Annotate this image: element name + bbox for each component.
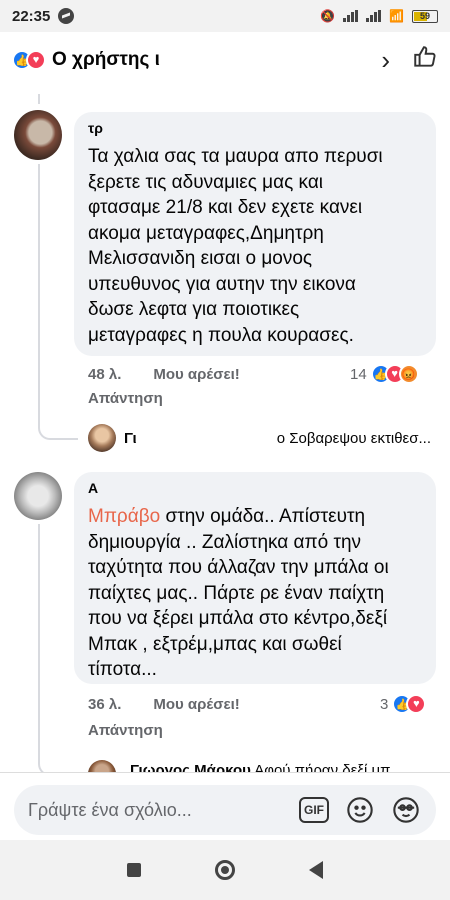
- comment-time: 36 λ.: [88, 696, 122, 713]
- sticker-button[interactable]: [390, 796, 422, 824]
- reaction-number: 3: [380, 695, 389, 713]
- love-reaction-icon: ♥: [26, 50, 46, 70]
- signal-icon: [343, 10, 359, 22]
- comment-placeholder[interactable]: Γράψτε ένα σχόλιο...: [28, 800, 284, 821]
- chevron-right-icon[interactable]: ›: [381, 45, 390, 76]
- header-reactions: 👍 ♥: [12, 50, 46, 70]
- thread-line: [38, 94, 40, 104]
- thread-hook: [38, 426, 78, 440]
- redacted-name: [159, 51, 310, 69]
- battery-icon: 59: [412, 9, 438, 23]
- angry-reaction-icon: 😡: [398, 364, 419, 384]
- comment-input[interactable]: Γράψτε ένα σχόλιο... GIF: [14, 785, 436, 835]
- gif-button[interactable]: GIF: [298, 796, 330, 824]
- reactions-header[interactable]: 👍 ♥ Ο χρήστης ι ›: [0, 32, 450, 88]
- emoji-button[interactable]: [344, 796, 376, 824]
- reply-button[interactable]: Απάντηση: [88, 722, 163, 739]
- gif-icon: GIF: [299, 797, 329, 823]
- sticker-icon: [393, 797, 419, 823]
- home-icon[interactable]: [215, 860, 235, 880]
- thread-line: [38, 524, 40, 762]
- reaction-number: 14: [350, 365, 367, 383]
- comment-text: Τα χαλια σας τα μαυρα απο περυσι ξερετε …: [88, 146, 383, 346]
- love-reaction-icon: ♥: [406, 694, 427, 714]
- reply-preview[interactable]: Γι ο Σοβαρεψου εκτιθεσ...: [124, 430, 436, 447]
- comment-body: στην ομάδα.. Απίστευτη δημιουργία .. Ζαλ…: [88, 506, 389, 680]
- reply-button[interactable]: Απάντηση: [88, 390, 163, 407]
- status-bar: 22:35 🔕 📶 59: [0, 0, 450, 32]
- author-name[interactable]: τρ: [88, 120, 103, 136]
- mute-icon: 🔕: [320, 9, 336, 23]
- status-time: 22:35: [12, 7, 51, 25]
- avatar[interactable]: [14, 472, 62, 520]
- like-button[interactable]: Μου αρέσει!: [153, 366, 239, 383]
- recent-apps-icon[interactable]: [127, 863, 141, 877]
- header-title: Ο χρήστης ι: [52, 49, 160, 70]
- comment-composer: Γράψτε ένα σχόλιο... GIF: [0, 772, 450, 840]
- comment-author[interactable]: τρ: [88, 120, 424, 138]
- emoji-icon: [347, 797, 373, 823]
- wifi-icon: 📶: [389, 9, 404, 23]
- reply-text: ο Σοβαρεψου εκτιθεσ...: [276, 430, 431, 447]
- like-button[interactable]: Μου αρέσει!: [153, 696, 239, 713]
- comment-text: Μπράβο στην ομάδα.. Απίστευτη δημιουργία…: [88, 504, 424, 683]
- comment-bubble[interactable]: Α Μπράβο στην ομάδα.. Απίστευτη δημιουργ…: [74, 472, 436, 684]
- author-name[interactable]: Α: [88, 480, 98, 496]
- comment-bubble[interactable]: τρ Τα χαλια σας τα μαυρα απο περυσι ξερε…: [74, 112, 436, 356]
- comment-meta: 48 λ. Μου αρέσει!: [88, 366, 240, 383]
- back-icon[interactable]: [309, 861, 323, 879]
- reaction-count[interactable]: 3 👍 ♥: [380, 694, 427, 714]
- battery-level: 59: [419, 11, 430, 21]
- like-thumb-icon[interactable]: [412, 44, 438, 77]
- comment-meta: 36 λ. Μου αρέσει!: [88, 696, 240, 713]
- system-nav-bar: [0, 840, 450, 900]
- reply-author: Γι: [124, 430, 137, 447]
- messenger-icon: [58, 8, 75, 24]
- status-icons: 🔕 📶 59: [320, 9, 438, 23]
- signal-icon-2: [366, 10, 382, 22]
- highlighted-word[interactable]: Μπράβο: [88, 506, 160, 527]
- thread-line: [38, 164, 40, 426]
- comment-author[interactable]: Α: [88, 480, 424, 498]
- reply-avatar[interactable]: [88, 424, 116, 452]
- reaction-count[interactable]: 14 👍 ♥ 😡: [350, 364, 419, 384]
- avatar[interactable]: [14, 110, 62, 160]
- comment-time: 48 λ.: [88, 366, 122, 383]
